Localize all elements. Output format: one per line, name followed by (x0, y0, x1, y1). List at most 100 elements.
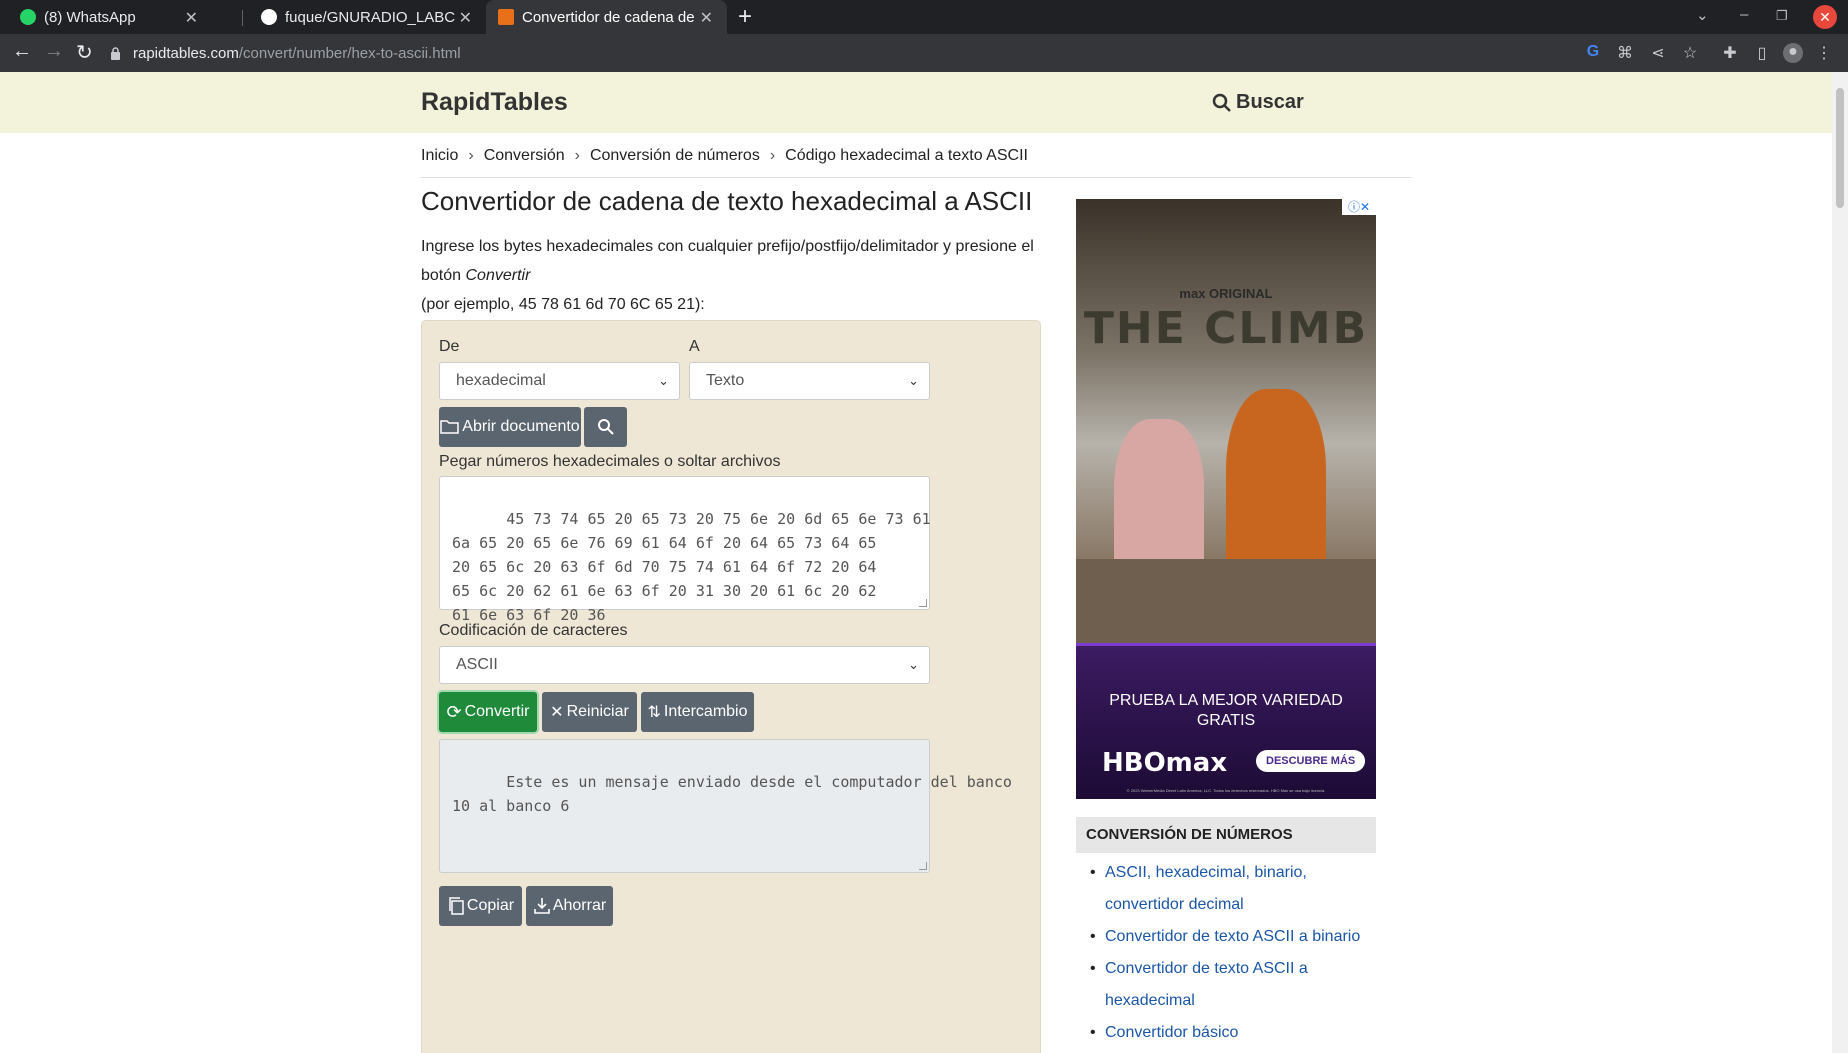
from-label: De (439, 338, 460, 355)
to-select[interactable]: Texto ⌄ (689, 362, 930, 400)
ad-choices-icon[interactable]: ⓘ✕ (1342, 199, 1376, 215)
breadcrumb-separator: › (574, 147, 580, 164)
copy-icon (449, 897, 464, 915)
site-logo[interactable]: RapidTables (421, 88, 568, 117)
browser-tab-strip: (8) WhatsApp ✕ fuque/GNURADIO_LABC ✕ Con… (0, 0, 1848, 34)
close-icon[interactable]: ✕ (459, 8, 472, 28)
sidebar-link[interactable]: ASCII, hexadecimal, binario, convertidor… (1076, 857, 1376, 921)
github-icon (261, 9, 277, 25)
intro-example: (por ejemplo, 45 78 61 6d 70 6C 65 21): (421, 296, 705, 313)
close-icon[interactable]: ✕ (185, 8, 198, 28)
resize-handle[interactable] (919, 599, 927, 607)
breadcrumb-number-conversion[interactable]: Conversión de números (590, 147, 760, 165)
convert-button[interactable]: ⟳ Convertir (439, 692, 537, 732)
ad-promo: PRUEBA LA MEJOR VARIEDAD GRATIS HBOmax D… (1076, 643, 1376, 799)
intro-emphasis: Convertir (465, 267, 531, 284)
ad-photo (1076, 199, 1376, 643)
convert-label: Convertir (464, 703, 530, 720)
search-icon (597, 419, 614, 435)
hex-input-textarea[interactable]: 45 73 74 65 20 65 73 20 75 6e 20 6d 65 6… (439, 476, 931, 624)
ad-tagline: PRUEBA LA MEJOR VARIEDAD GRATIS (1109, 692, 1343, 729)
save-button[interactable]: Ahorrar (526, 886, 613, 926)
whatsapp-icon (20, 9, 36, 25)
site-header: RapidTables Buscar (0, 72, 1832, 133)
sidebar-links: ASCII, hexadecimal, binario, convertidor… (1076, 857, 1376, 1049)
close-icon[interactable]: ✕ (700, 8, 713, 28)
chevron-down-icon: ⌄ (908, 373, 919, 388)
breadcrumb-separator: › (468, 147, 474, 164)
refresh-icon: ⟳ (446, 701, 462, 722)
resize-handle[interactable] (919, 862, 927, 870)
sidebar-link[interactable]: Convertidor de texto ASCII a hexadecimal (1076, 953, 1376, 1017)
file-search-button[interactable] (584, 407, 627, 447)
advertisement-banner[interactable]: max ORIGINAL THE CLIMB PRUEBA LA MEJOR V… (1076, 199, 1376, 799)
breadcrumb-home[interactable]: Inicio (421, 147, 458, 165)
minimize-icon[interactable]: – (1740, 6, 1748, 23)
text-output-textarea[interactable]: Este es un mensaje enviado desde el comp… (439, 739, 1012, 873)
breadcrumb-separator: › (769, 147, 776, 164)
converter-panel: De hexadecimal ⌄ A Texto ⌄ Abrir documen… (421, 320, 1041, 1053)
swap-button[interactable]: ⇅ Intercambio (641, 692, 754, 732)
from-select-value: hexadecimal (456, 372, 546, 389)
tab-rapidtables[interactable]: Convertidor de cadena de ✕ (486, 0, 727, 34)
browser-toolbar: ← → ↻ rapidtables.com/convert/number/hex… (0, 34, 1848, 72)
tab-title: fuque/GNURADIO_LABC (285, 8, 455, 26)
close-icon: ✕ (550, 704, 564, 721)
translate-icon[interactable]: ⌘ (1615, 43, 1635, 63)
reset-button[interactable]: ✕ Reiniciar (542, 692, 637, 732)
window-close-icon[interactable]: ✕ (1813, 5, 1837, 29)
new-tab-icon[interactable]: + (738, 3, 752, 31)
share-icon[interactable]: ⋖ (1648, 43, 1668, 63)
search-icon (1212, 93, 1231, 112)
folder-icon (440, 420, 460, 434)
url-path: /convert/number/hex-to-ascii.html (238, 44, 461, 62)
tab-github[interactable]: fuque/GNURADIO_LABC ✕ (243, 0, 486, 34)
ad-cta-button[interactable]: DESCUBRE MÁS (1256, 750, 1366, 772)
ad-title: THE CLIMB (1083, 303, 1369, 354)
extensions-icon[interactable]: ✚ (1720, 43, 1740, 63)
menu-kebab-icon[interactable]: ⋮ (1814, 43, 1834, 63)
encoding-label: Codificación de caracteres (439, 622, 628, 639)
open-document-button[interactable]: Abrir documento (439, 407, 581, 447)
ad-rocks (1076, 559, 1376, 643)
encoding-select[interactable]: ASCII ⌄ (439, 646, 930, 684)
profile-avatar-icon[interactable]: ● (1783, 43, 1803, 63)
back-icon[interactable]: ← (12, 40, 32, 63)
search-button[interactable]: Buscar (1212, 91, 1304, 114)
search-label: Buscar (1236, 91, 1304, 113)
side-panel-icon[interactable]: ▯ (1752, 43, 1772, 63)
tab-search-icon[interactable]: ⌄ (1696, 6, 1709, 24)
sidebar-link[interactable]: Convertidor de texto ASCII a binario (1076, 921, 1376, 953)
reload-icon[interactable]: ↻ (76, 40, 93, 65)
encoding-select-value: ASCII (456, 656, 498, 673)
text-output-value: Este es un mensaje enviado desde el comp… (452, 773, 1012, 815)
hex-input-value: 45 73 74 65 20 65 73 20 75 6e 20 6d 65 6… (452, 510, 931, 624)
sidebar-link[interactable]: Convertidor básico (1076, 1017, 1376, 1049)
scrollbar-thumb[interactable] (1836, 88, 1844, 208)
chevron-down-icon: ⌄ (658, 373, 669, 388)
open-document-label: Abrir documento (462, 418, 580, 435)
reset-label: Reiniciar (566, 703, 629, 720)
copy-button[interactable]: Copiar (439, 886, 522, 926)
breadcrumb-conversion[interactable]: Conversión (484, 147, 565, 165)
forward-icon[interactable]: → (44, 40, 64, 63)
google-icon[interactable]: G (1583, 43, 1603, 63)
swap-arrows-icon: ⇅ (647, 704, 661, 721)
ad-brand-logo: HBOmax (1102, 748, 1228, 778)
lock-icon (110, 46, 121, 60)
restore-icon[interactable]: ❐ (1776, 8, 1788, 24)
swap-label: Intercambio (663, 703, 748, 720)
bookmark-star-icon[interactable]: ☆ (1680, 43, 1700, 63)
ad-original-label: max ORIGINAL (1179, 286, 1273, 301)
tab-title: Convertidor de cadena de (522, 8, 694, 26)
divider (421, 177, 1411, 178)
chevron-down-icon: ⌄ (908, 657, 919, 672)
web-page: RapidTables Buscar Inicio › Conversión ›… (0, 72, 1832, 1053)
breadcrumb-current[interactable]: Código hexadecimal a texto ASCII (785, 147, 1028, 165)
page-scrollbar[interactable] (1832, 72, 1848, 1053)
to-select-value: Texto (706, 372, 745, 389)
tab-whatsapp[interactable]: (8) WhatsApp ✕ (0, 0, 212, 34)
address-bar[interactable]: rapidtables.com/convert/number/hex-to-as… (110, 39, 1590, 67)
to-label: A (689, 338, 700, 355)
from-select[interactable]: hexadecimal ⌄ (439, 362, 680, 400)
